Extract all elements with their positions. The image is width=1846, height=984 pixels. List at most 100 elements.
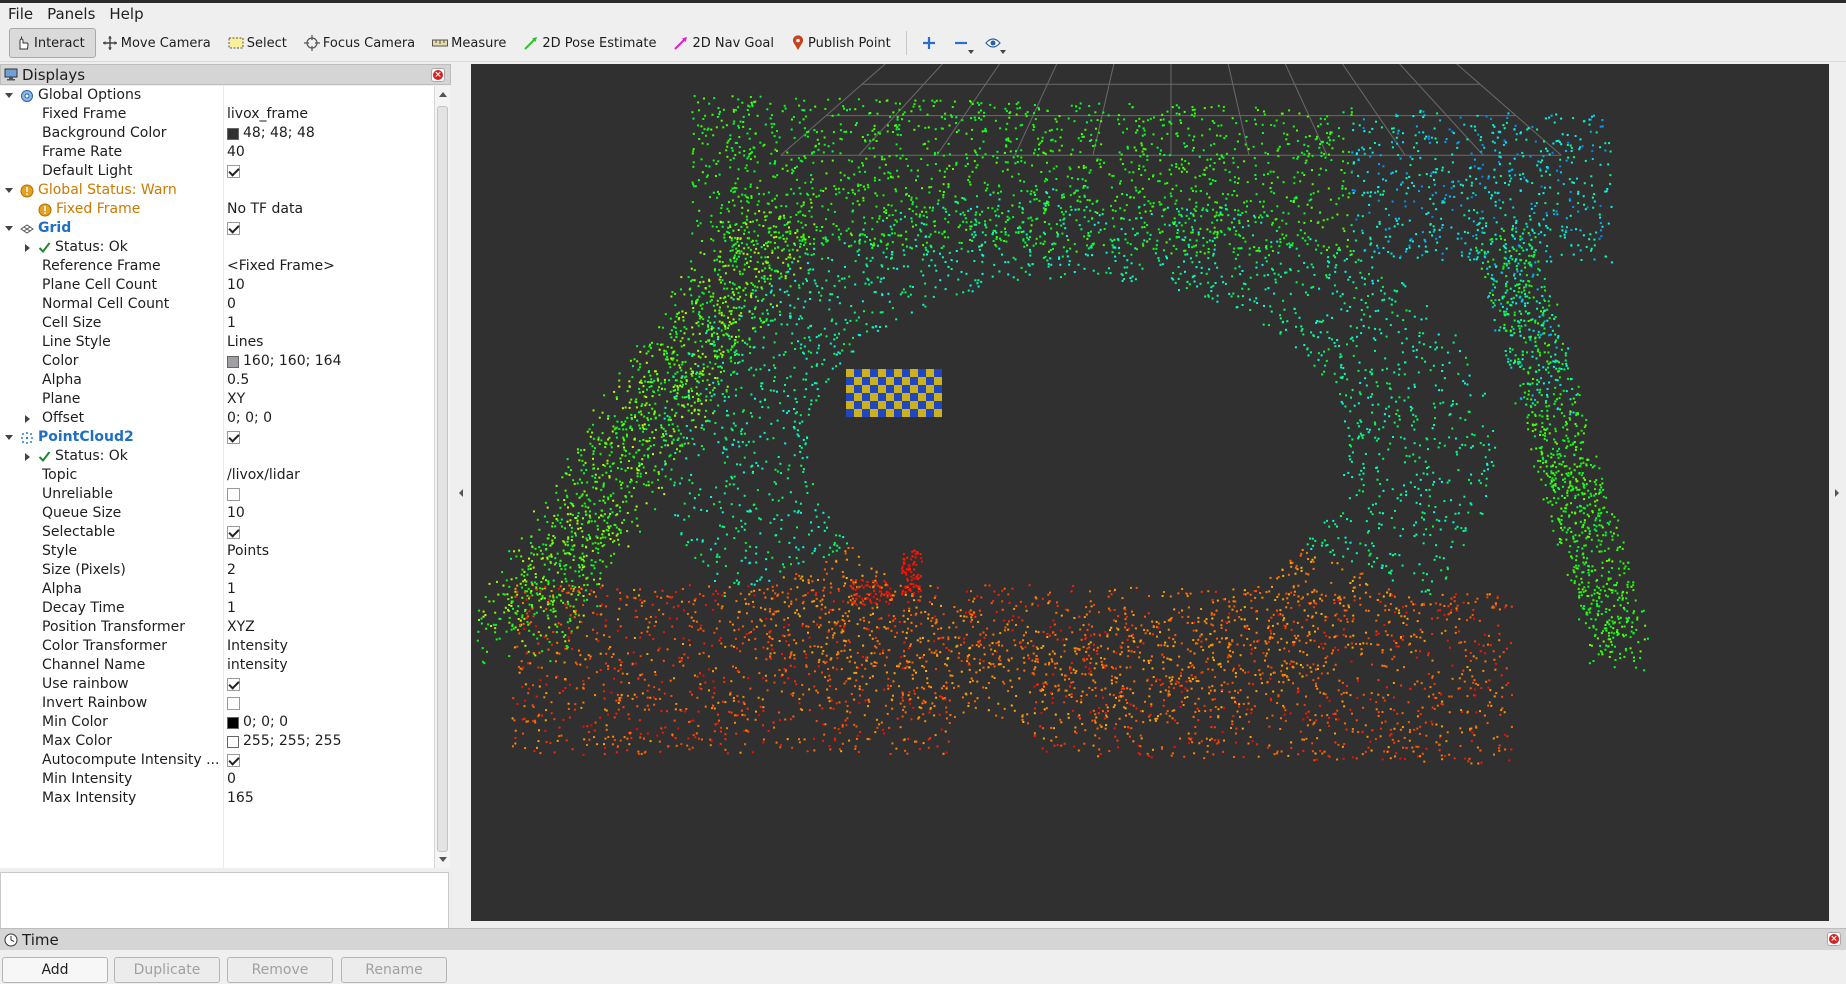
- move-camera-tool-button[interactable]: Move Camera: [96, 28, 222, 58]
- tree-row-value[interactable]: 0.5: [227, 371, 249, 390]
- measure-tool-button[interactable]: Measure: [426, 28, 517, 58]
- tree-row-value[interactable]: Points: [227, 542, 269, 561]
- tree-row[interactable]: Status: Ok: [0, 447, 434, 466]
- expand-down-icon[interactable]: [3, 219, 15, 238]
- tree-row-value[interactable]: Lines: [227, 333, 263, 352]
- tree-row[interactable]: Line StyleLines: [0, 333, 434, 352]
- add-tool-button[interactable]: [913, 28, 945, 58]
- tree-row-value[interactable]: [227, 694, 240, 713]
- tree-row[interactable]: StylePoints: [0, 542, 434, 561]
- focus-camera-tool-button[interactable]: Focus Camera: [298, 28, 426, 58]
- tree-row-value[interactable]: 165: [227, 789, 254, 808]
- tree-row[interactable]: Reference Frame<Fixed Frame>: [0, 257, 434, 276]
- view-tool-button[interactable]: [977, 28, 1009, 58]
- duplicate-display-button[interactable]: Duplicate: [114, 957, 220, 983]
- tree-row[interactable]: Background Color48; 48; 48: [0, 124, 434, 143]
- tree-row[interactable]: Cell Size1: [0, 314, 434, 333]
- tree-row-value[interactable]: [227, 162, 240, 181]
- tree-row[interactable]: Global Options: [0, 86, 434, 105]
- tree-row-value[interactable]: livox_frame: [227, 105, 308, 124]
- tree-row-value[interactable]: 40: [227, 143, 245, 162]
- menu-file[interactable]: File: [0, 3, 40, 25]
- rename-display-button[interactable]: Rename: [341, 957, 447, 983]
- tree-row-value[interactable]: 1: [227, 580, 236, 599]
- tree-row-value[interactable]: XY: [227, 390, 245, 409]
- tree-row[interactable]: Autocompute Intensity ...: [0, 751, 434, 770]
- displays-tree[interactable]: Global OptionsFixed Framelivox_frameBack…: [0, 86, 434, 868]
- property-checkbox[interactable]: [227, 678, 240, 691]
- tree-row-value[interactable]: [227, 523, 240, 542]
- tree-row-value[interactable]: 0; 0; 0: [227, 409, 272, 428]
- tree-row[interactable]: Default Light: [0, 162, 434, 181]
- tree-row-value[interactable]: [227, 751, 240, 770]
- interact-tool-button[interactable]: Interact: [9, 28, 96, 58]
- tree-row-value[interactable]: [227, 485, 240, 504]
- menu-panels[interactable]: Panels: [40, 3, 102, 25]
- property-checkbox[interactable]: [227, 754, 240, 767]
- property-checkbox[interactable]: [227, 431, 240, 444]
- tree-row[interactable]: PlaneXY: [0, 390, 434, 409]
- tree-row-value[interactable]: No TF data: [227, 200, 303, 219]
- publish-point-tool-button[interactable]: Publish Point: [785, 28, 902, 58]
- color-swatch[interactable]: [227, 356, 239, 368]
- right-splitter[interactable]: [1829, 64, 1846, 926]
- tree-row-value[interactable]: 2: [227, 561, 236, 580]
- displays-panel-close-button[interactable]: ×: [431, 68, 445, 82]
- tree-row[interactable]: Alpha1: [0, 580, 434, 599]
- color-swatch[interactable]: [227, 736, 239, 748]
- scrollbar-thumb[interactable]: [437, 106, 448, 852]
- menu-help[interactable]: Help: [102, 3, 150, 25]
- tree-row[interactable]: PointCloud2: [0, 428, 434, 447]
- property-checkbox[interactable]: [227, 222, 240, 235]
- tree-row[interactable]: Max Intensity165: [0, 789, 434, 808]
- tree-row-value[interactable]: [227, 219, 240, 238]
- displays-tree-scrollbar[interactable]: [434, 86, 450, 868]
- expand-down-icon[interactable]: [3, 181, 15, 200]
- remove-display-button[interactable]: Remove: [227, 957, 333, 983]
- tree-row[interactable]: Max Color255; 255; 255: [0, 732, 434, 751]
- scroll-up-icon[interactable]: [439, 92, 447, 97]
- add-display-button[interactable]: Add: [2, 957, 108, 983]
- tree-row-value[interactable]: intensity: [227, 656, 288, 675]
- property-checkbox[interactable]: [227, 697, 240, 710]
- tree-row[interactable]: Decay Time1: [0, 599, 434, 618]
- collapse-left-icon[interactable]: [459, 489, 463, 497]
- tree-row-value[interactable]: [227, 428, 240, 447]
- tree-row[interactable]: Grid: [0, 219, 434, 238]
- tree-row[interactable]: Status: Ok: [0, 238, 434, 257]
- tree-row-value[interactable]: 10: [227, 276, 245, 295]
- left-splitter[interactable]: [451, 64, 471, 926]
- tree-row-value[interactable]: /livox/lidar: [227, 466, 300, 485]
- tree-row-value[interactable]: 255; 255; 255: [227, 732, 342, 751]
- tree-row[interactable]: Plane Cell Count10: [0, 276, 434, 295]
- tree-row-value[interactable]: XYZ: [227, 618, 255, 637]
- tree-row[interactable]: Channel Nameintensity: [0, 656, 434, 675]
- expand-right-icon[interactable]: [21, 447, 33, 466]
- tree-row[interactable]: Use rainbow: [0, 675, 434, 694]
- tree-row[interactable]: Size (Pixels)2: [0, 561, 434, 580]
- nav-goal-tool-button[interactable]: 2D Nav Goal: [667, 28, 785, 58]
- tree-row[interactable]: Invert Rainbow: [0, 694, 434, 713]
- remove-tool-button[interactable]: [945, 28, 977, 58]
- color-swatch[interactable]: [227, 128, 239, 140]
- tree-row-value[interactable]: 1: [227, 314, 236, 333]
- tree-row[interactable]: Topic/livox/lidar: [0, 466, 434, 485]
- tree-row[interactable]: Min Intensity0: [0, 770, 434, 789]
- expand-right-icon[interactable]: [21, 238, 33, 257]
- tree-row-value[interactable]: 0; 0; 0: [227, 713, 288, 732]
- tree-row-value[interactable]: 0: [227, 770, 236, 789]
- tree-row[interactable]: Global Status: Warn: [0, 181, 434, 200]
- tree-row[interactable]: Min Color0; 0; 0: [0, 713, 434, 732]
- tree-row[interactable]: Position TransformerXYZ: [0, 618, 434, 637]
- tree-row[interactable]: Unreliable: [0, 485, 434, 504]
- color-swatch[interactable]: [227, 717, 239, 729]
- 3d-render-viewport[interactable]: [471, 64, 1829, 921]
- tree-row[interactable]: Offset0; 0; 0: [0, 409, 434, 428]
- expand-down-icon[interactable]: [3, 428, 15, 447]
- property-checkbox[interactable]: [227, 526, 240, 539]
- tree-row[interactable]: Color TransformerIntensity: [0, 637, 434, 656]
- tree-row[interactable]: Alpha0.5: [0, 371, 434, 390]
- tree-row-value[interactable]: [227, 675, 240, 694]
- tree-row[interactable]: Selectable: [0, 523, 434, 542]
- collapse-right-icon[interactable]: [1835, 489, 1839, 497]
